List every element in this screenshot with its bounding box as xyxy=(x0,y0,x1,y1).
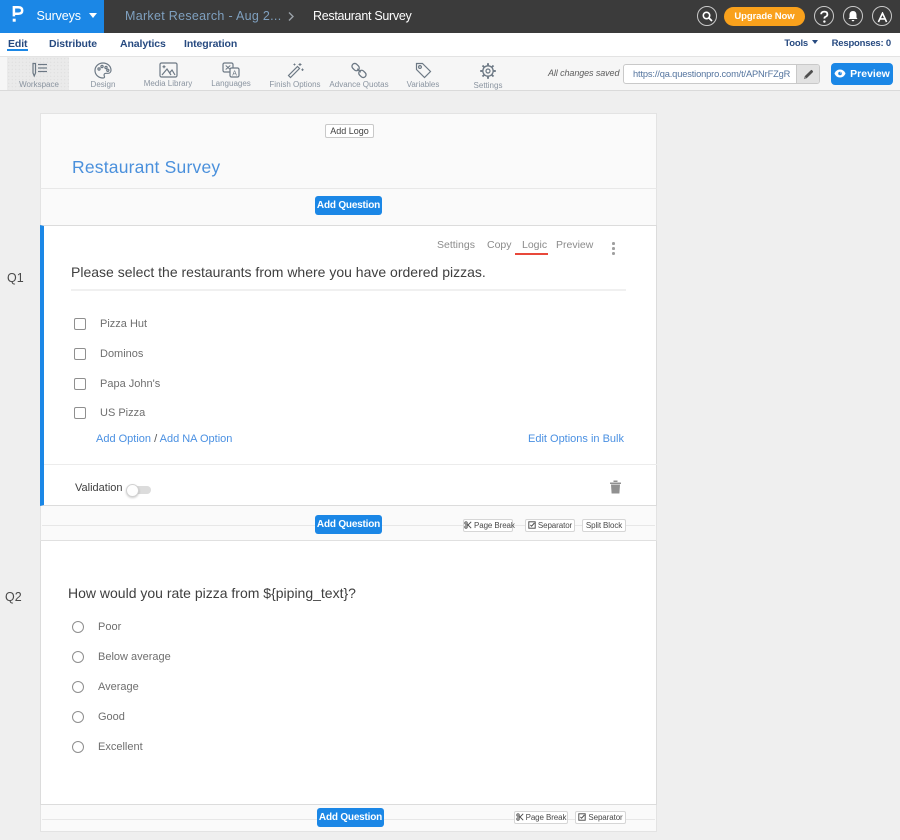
svg-text:A: A xyxy=(232,70,237,77)
